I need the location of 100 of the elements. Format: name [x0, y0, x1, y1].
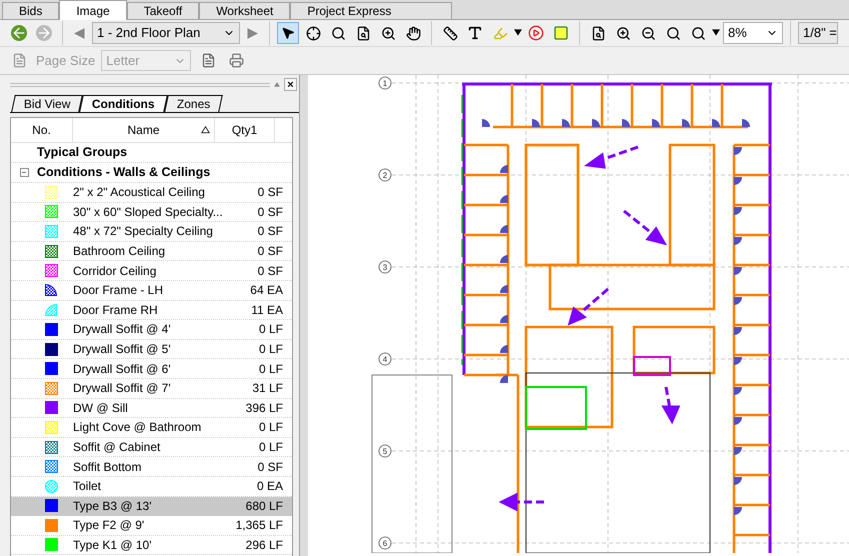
condition-row[interactable]: Drywall Soffit @ 6' 0 LF [11, 359, 292, 379]
drawing-canvas[interactable]: 1 2 3 4 5 6 [308, 75, 849, 556]
door-swing [712, 119, 720, 127]
condition-quantity: 0 SF [256, 204, 283, 221]
main-tab[interactable]: Image [59, 0, 127, 20]
ruler-icon [442, 26, 458, 40]
panel-tab[interactable]: Conditions [80, 95, 168, 112]
condition-row[interactable]: DW @ Sill 396 LF [11, 398, 292, 418]
panel-tab[interactable]: Bid View [11, 95, 84, 112]
door-swing [500, 195, 508, 203]
condition-row[interactable]: 2" x 2" Acoustical Ceiling 0 SF [11, 183, 292, 203]
zoom-in-icon [380, 26, 396, 40]
magnifier-icon [666, 26, 680, 40]
zoom-in-icon [616, 26, 630, 40]
grid-marker: 1 [378, 76, 392, 90]
door-swing [734, 477, 742, 485]
door-swing [500, 375, 508, 383]
door-swing [734, 177, 742, 185]
condition-quantity: 680 LF [244, 498, 283, 515]
condition-row[interactable]: Light Cove @ Bathroom 0 LF [11, 418, 292, 438]
condition-quantity: 31 LF [251, 380, 283, 398]
collapse-panel-button[interactable] [274, 82, 280, 88]
collapse-toggle[interactable]: − [20, 168, 28, 177]
door-swing [734, 417, 742, 425]
condition-name: DW @ Sill [73, 400, 129, 417]
condition-row[interactable]: Type B3 @ 13' 680 LF [11, 496, 292, 516]
condition-name: 2" x 2" Acoustical Ceiling [73, 184, 206, 202]
condition-name: 48" x 72" Specialty Ceiling [73, 223, 214, 240]
document-icon [200, 53, 216, 68]
column-header[interactable]: Name [73, 118, 215, 142]
page-magnifier-icon [356, 26, 370, 40]
condition-row[interactable]: Corridor Ceiling 0 SF [11, 261, 292, 281]
condition-quantity: 0 LF [258, 360, 283, 378]
condition-name: Corridor Ceiling [73, 262, 158, 280]
condition-row[interactable]: Type K1 @ 10' 296 LF [11, 536, 292, 556]
magnifier-icon [690, 26, 706, 40]
page-magnifier-icon [590, 26, 606, 40]
group-title: Conditions - Walls & Ceilings [37, 164, 210, 182]
condition-name: 30" x 60" Sloped Specialty... [73, 204, 223, 221]
condition-row[interactable]: Door Frame - LH 64 EA [11, 280, 292, 301]
grid-marker: 3 [378, 260, 392, 274]
door-swing [734, 297, 742, 305]
dashed-arrow [568, 288, 609, 326]
crosshair-icon [306, 26, 320, 40]
door-swing [734, 207, 742, 215]
zoom-out-icon [640, 26, 656, 40]
condition-name: Type K1 @ 10' [73, 536, 153, 554]
condition-row[interactable]: Soffit Bottom 0 SF [11, 457, 292, 477]
condition-row[interactable]: Door Frame RH 11 EA [11, 300, 292, 320]
panel-tab[interactable]: Zones [164, 95, 224, 112]
select-tool-button[interactable] [277, 22, 299, 44]
condition-quantity: 296 LF [244, 536, 283, 554]
condition-quantity: 0 SF [256, 262, 283, 280]
caret-icon [712, 29, 720, 37]
printer-icon [228, 53, 244, 68]
condition-row[interactable]: Drywall Soffit @ 7' 31 LF [11, 378, 292, 399]
highlighter-icon [492, 26, 508, 40]
door-swing [500, 255, 508, 263]
close-button[interactable]: × [284, 78, 297, 91]
condition-row[interactable]: 30" x 60" Sloped Specialty... 0 SF [11, 202, 292, 222]
condition-row[interactable]: Soffit @ Cabinet 0 LF [11, 438, 292, 458]
door-swing [734, 447, 742, 455]
door-swing [500, 285, 508, 293]
main-tab[interactable]: Project Express [290, 2, 452, 20]
dropdown-button[interactable] [514, 29, 522, 37]
door-swing [652, 119, 660, 127]
group-title: Typical Groups [37, 144, 128, 162]
condition-quantity: 396 LF [244, 400, 283, 417]
condition-row[interactable]: Type F2 @ 9' 1,365 LF [11, 516, 292, 536]
grid-marker: 2 [378, 168, 392, 182]
condition-quantity: 64 EA [249, 282, 283, 300]
column-header[interactable]: Qty1 [215, 118, 275, 142]
text-icon [467, 25, 483, 41]
condition-name: Light Cove @ Bathroom [73, 419, 202, 436]
condition-quantity: 11 EA [250, 302, 283, 319]
door-swing [734, 327, 742, 335]
condition-quantity: 0 SF [256, 223, 283, 240]
dropdown-button[interactable] [712, 29, 720, 37]
condition-quantity: 0 EA [256, 478, 283, 496]
condition-quantity: 0 LF [258, 439, 283, 456]
main-tab[interactable]: Bids [2, 2, 60, 20]
condition-row[interactable]: Drywall Soffit @ 5' 0 LF [11, 340, 292, 360]
zoom-dropdown[interactable]: 8% [723, 22, 783, 44]
main-tab[interactable]: Worksheet [199, 2, 290, 20]
door-swing [500, 345, 508, 353]
pointer-icon [281, 26, 295, 40]
door-swing [734, 237, 742, 245]
door-swing [622, 119, 630, 127]
page-dropdown[interactable]: 1 - 2nd Floor Plan [92, 22, 240, 44]
door-swing [532, 119, 540, 127]
condition-name: Type B3 @ 13' [73, 498, 153, 515]
scale-dropdown[interactable]: 1/8" = [798, 22, 838, 44]
condition-row[interactable]: Bathroom Ceiling 0 SF [11, 242, 292, 262]
main-tab[interactable]: Takeoff [126, 2, 200, 20]
panel-grip[interactable] [10, 82, 270, 86]
condition-row[interactable]: Drywall Soffit @ 4' 0 LF [11, 320, 292, 340]
column-header[interactable]: No. [11, 118, 73, 142]
door-swing [734, 387, 742, 395]
condition-row[interactable]: 48" x 72" Specialty Ceiling 0 SF [11, 222, 292, 242]
page-size-label: Page Size [36, 52, 96, 70]
